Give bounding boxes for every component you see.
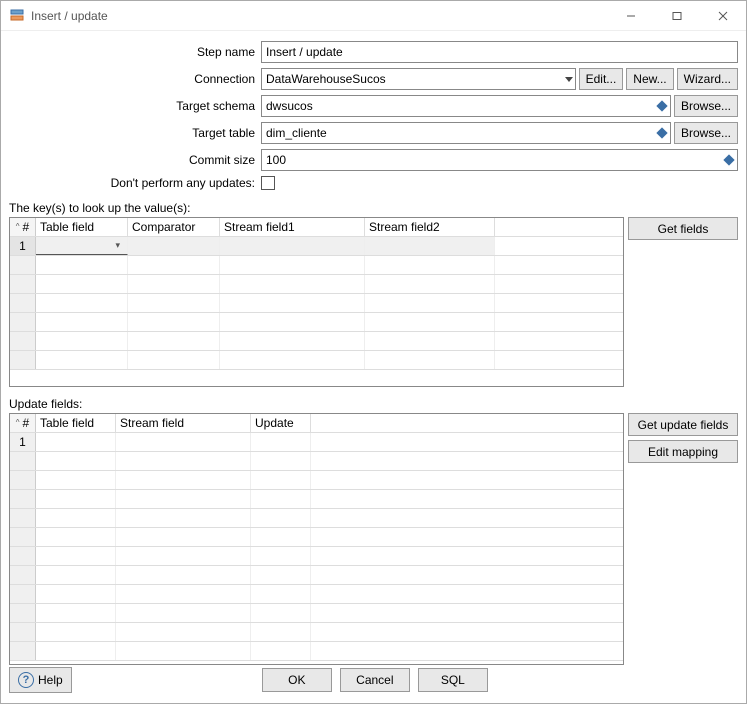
update-grid[interactable]: ^# Table field Stream field Update 1 — [9, 413, 624, 665]
update-row-empty[interactable] — [10, 566, 623, 585]
update-col-update[interactable]: Update — [251, 414, 311, 432]
keys-row-stream2[interactable] — [365, 237, 495, 255]
update-row-empty[interactable] — [10, 623, 623, 642]
update-row-empty[interactable] — [10, 509, 623, 528]
keys-row-empty[interactable] — [10, 256, 623, 275]
update-row-empty[interactable] — [10, 547, 623, 566]
variable-icon[interactable] — [654, 123, 670, 143]
keys-row-empty[interactable] — [10, 275, 623, 294]
keys-row-empty[interactable] — [10, 294, 623, 313]
keys-row-tablefield[interactable]: ▾ — [36, 237, 128, 255]
connection-value: DataWarehouseSucos — [266, 72, 386, 86]
minimize-button[interactable] — [608, 1, 654, 31]
keys-row[interactable]: 1 ▾ — [10, 237, 623, 256]
close-button[interactable] — [700, 1, 746, 31]
edit-mapping-button[interactable]: Edit mapping — [628, 440, 738, 463]
variable-icon[interactable] — [721, 150, 737, 170]
maximize-button[interactable] — [654, 1, 700, 31]
keys-col-comparator[interactable]: Comparator — [128, 218, 220, 236]
target-schema-input[interactable] — [262, 96, 654, 116]
sql-button[interactable]: SQL — [418, 668, 488, 692]
keys-col-stream2[interactable]: Stream field2 — [365, 218, 495, 236]
app-icon — [9, 8, 25, 24]
update-row-tablefield[interactable] — [36, 433, 116, 451]
target-schema-field[interactable] — [261, 95, 671, 117]
connection-wizard-button[interactable]: Wizard... — [677, 68, 738, 90]
connection-edit-button[interactable]: Edit... — [579, 68, 624, 90]
commit-size-input[interactable] — [262, 150, 721, 170]
chevron-down-icon — [565, 77, 573, 82]
help-label: Help — [38, 673, 63, 687]
update-row-update[interactable] — [251, 433, 311, 451]
keys-row-empty[interactable] — [10, 313, 623, 332]
keys-col-rownum[interactable]: ^# — [10, 218, 36, 236]
update-row-num: 1 — [10, 433, 36, 451]
get-fields-button[interactable]: Get fields — [628, 217, 738, 240]
update-col-table-field[interactable]: Table field — [36, 414, 116, 432]
window-title: Insert / update — [31, 9, 608, 23]
target-table-browse-button[interactable]: Browse... — [674, 122, 738, 144]
update-section-label: Update fields: — [1, 395, 746, 413]
update-col-rownum[interactable]: ^# — [10, 414, 36, 432]
keys-col-stream1[interactable]: Stream field1 — [220, 218, 365, 236]
update-col-stream-field[interactable]: Stream field — [116, 414, 251, 432]
update-row-empty[interactable] — [10, 452, 623, 471]
commit-size-field[interactable] — [261, 149, 738, 171]
connection-label: Connection — [9, 72, 261, 86]
dont-update-checkbox[interactable] — [261, 176, 275, 190]
update-row-empty[interactable] — [10, 604, 623, 623]
keys-row-num: 1 — [10, 237, 36, 255]
keys-row-stream1[interactable] — [220, 237, 365, 255]
dont-update-label: Don't perform any updates: — [9, 176, 261, 190]
update-row-empty[interactable] — [10, 490, 623, 509]
target-table-field[interactable] — [261, 122, 671, 144]
update-row-streamfield[interactable] — [116, 433, 251, 451]
target-table-label: Target table — [9, 126, 261, 140]
keys-section-label: The key(s) to look up the value(s): — [1, 199, 746, 217]
keys-row-empty[interactable] — [10, 332, 623, 351]
update-row[interactable]: 1 — [10, 433, 623, 452]
form-area: Step name Connection DataWarehouseSucos … — [1, 31, 746, 199]
keys-col-blank — [495, 218, 623, 236]
title-bar: Insert / update — [1, 1, 746, 31]
keys-row-empty[interactable] — [10, 351, 623, 370]
connection-new-button[interactable]: New... — [626, 68, 673, 90]
update-row-empty[interactable] — [10, 528, 623, 547]
keys-row-comparator[interactable] — [128, 237, 220, 255]
update-col-blank — [311, 414, 623, 432]
cancel-button[interactable]: Cancel — [340, 668, 410, 692]
connection-select[interactable]: DataWarehouseSucos — [261, 68, 576, 90]
target-schema-browse-button[interactable]: Browse... — [674, 95, 738, 117]
help-button[interactable]: ? Help — [9, 667, 72, 693]
keys-grid[interactable]: ^# Table field Comparator Stream field1 … — [9, 217, 624, 387]
variable-icon[interactable] — [654, 96, 670, 116]
commit-size-label: Commit size — [9, 153, 261, 167]
get-update-fields-button[interactable]: Get update fields — [628, 413, 738, 436]
ok-button[interactable]: OK — [262, 668, 332, 692]
target-table-input[interactable] — [262, 123, 654, 143]
target-schema-label: Target schema — [9, 99, 261, 113]
update-row-empty[interactable] — [10, 585, 623, 604]
bottom-bar: ? Help OK Cancel SQL — [1, 659, 746, 703]
chevron-down-icon: ▾ — [115, 240, 123, 251]
help-icon: ? — [18, 672, 34, 688]
update-row-empty[interactable] — [10, 471, 623, 490]
step-name-input[interactable] — [261, 41, 738, 63]
step-name-label: Step name — [9, 45, 261, 59]
keys-col-table-field[interactable]: Table field — [36, 218, 128, 236]
